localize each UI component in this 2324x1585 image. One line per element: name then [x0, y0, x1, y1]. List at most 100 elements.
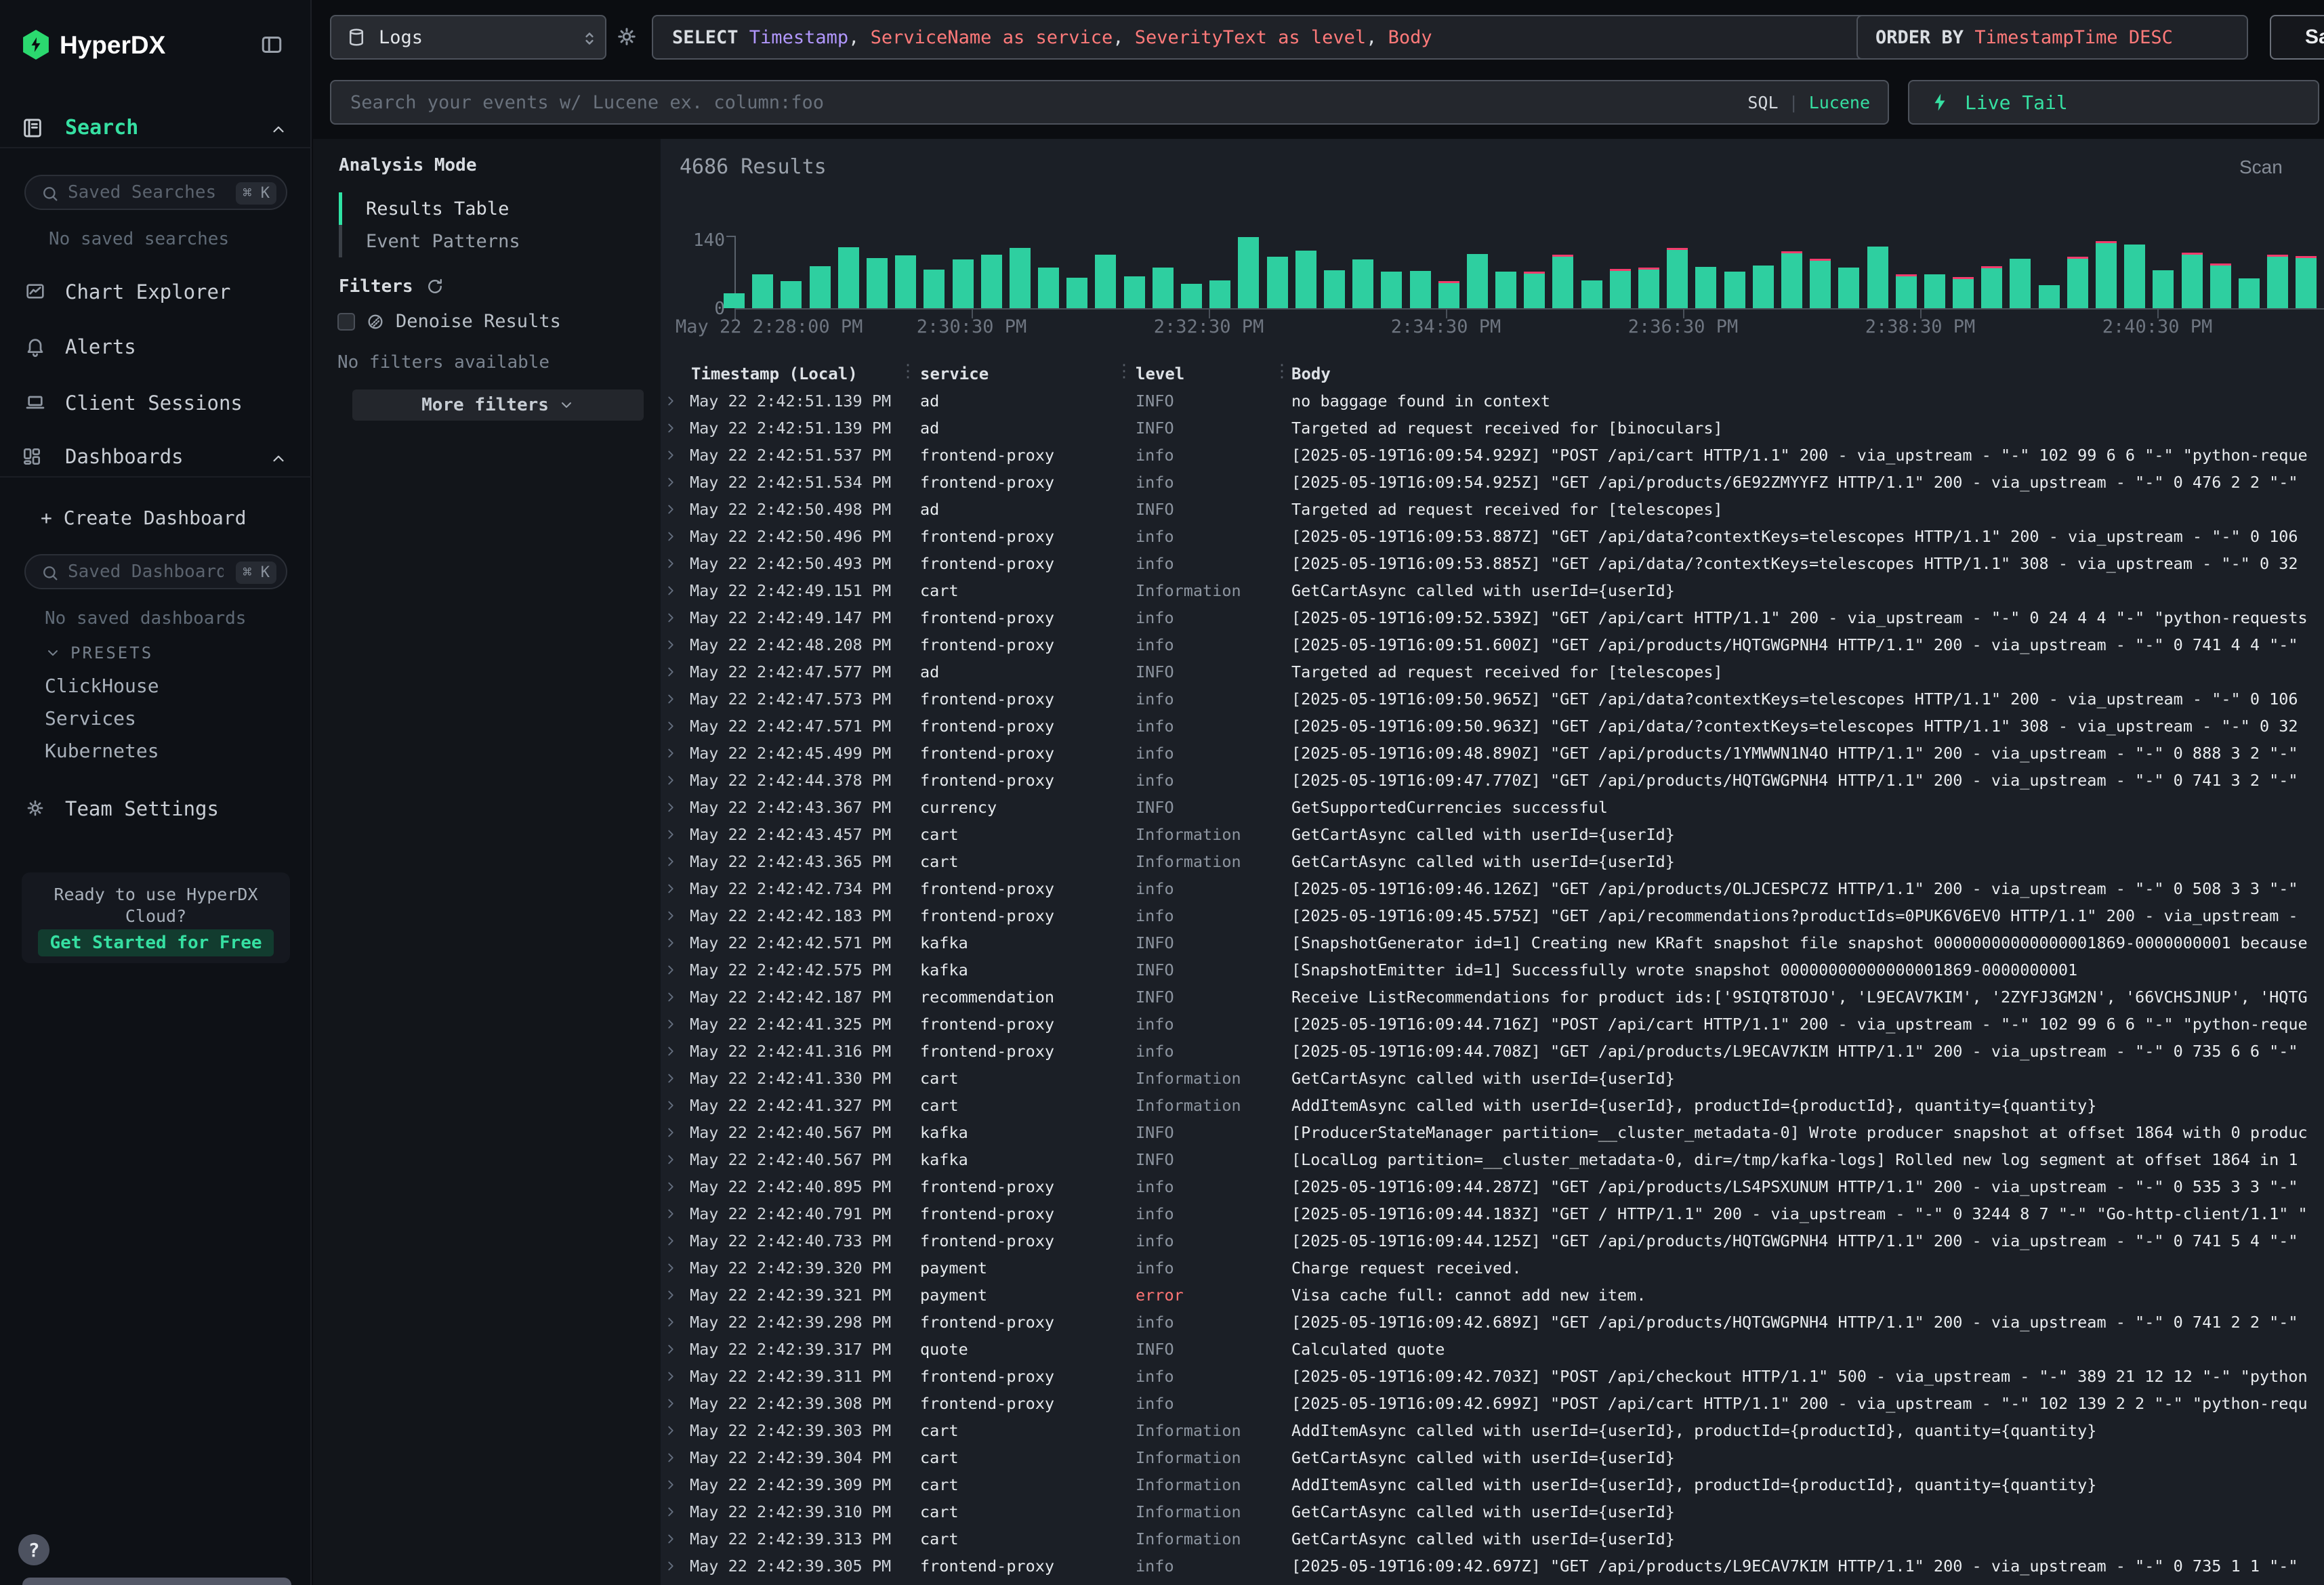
presets-toggle[interactable]: PRESETS — [45, 643, 153, 662]
table-row[interactable]: May 22 2:42:42.187 PM recommendation INF… — [661, 984, 2324, 1011]
expand-chevron-icon[interactable] — [663, 1044, 678, 1059]
table-row[interactable]: May 22 2:42:51.534 PM frontend-proxy inf… — [661, 469, 2324, 496]
table-row[interactable]: May 22 2:42:47.571 PM frontend-proxy inf… — [661, 713, 2324, 740]
sidebar-section-dashboards[interactable]: Dashboards — [0, 439, 312, 476]
expand-chevron-icon[interactable] — [663, 1450, 678, 1465]
query-settings-gear-icon[interactable] — [615, 24, 639, 49]
table-row[interactable]: May 22 2:42:39.313 PM cart Information G… — [661, 1525, 2324, 1552]
query-language-toggle[interactable]: SQL | Lucene — [1747, 93, 1870, 112]
table-row[interactable]: May 22 2:42:40.733 PM frontend-proxy inf… — [661, 1227, 2324, 1254]
column-header-timestamp[interactable]: Timestamp (Local) — [691, 364, 858, 383]
expand-chevron-icon[interactable] — [663, 1559, 678, 1573]
expand-chevron-icon[interactable] — [663, 475, 678, 490]
expand-chevron-icon[interactable] — [663, 421, 678, 436]
table-row[interactable]: May 22 2:42:51.537 PM frontend-proxy inf… — [661, 442, 2324, 469]
sidebar-item-team-settings[interactable]: Team Settings — [0, 780, 312, 834]
sidebar-item-client-sessions[interactable]: Client Sessions — [0, 375, 312, 429]
expand-chevron-icon[interactable] — [663, 1477, 678, 1492]
chevron-up-icon[interactable] — [270, 450, 287, 467]
expand-chevron-icon[interactable] — [663, 1342, 678, 1357]
expand-chevron-icon[interactable] — [663, 664, 678, 679]
expand-chevron-icon[interactable] — [663, 1315, 678, 1330]
expand-chevron-icon[interactable] — [663, 854, 678, 869]
table-row[interactable]: May 22 2:42:43.365 PM cart Information G… — [661, 848, 2324, 875]
mode-event-patterns[interactable]: Event Patterns — [366, 225, 520, 257]
expand-chevron-icon[interactable] — [663, 1098, 678, 1113]
expand-chevron-icon[interactable] — [663, 1125, 678, 1140]
expand-chevron-icon[interactable] — [663, 529, 678, 544]
expand-chevron-icon[interactable] — [663, 1206, 678, 1221]
table-row[interactable]: May 22 2:42:39.308 PM frontend-proxy inf… — [661, 1390, 2324, 1417]
preset-services[interactable]: Services — [45, 707, 136, 730]
table-row[interactable]: May 22 2:42:39.298 PM frontend-proxy inf… — [661, 1309, 2324, 1336]
expand-chevron-icon[interactable] — [663, 1396, 678, 1411]
table-row[interactable]: May 22 2:42:43.367 PM currency INFO GetS… — [661, 794, 2324, 821]
table-row[interactable]: May 22 2:42:39.305 PM frontend-proxy inf… — [661, 1580, 2324, 1585]
table-row[interactable]: May 22 2:42:47.577 PM ad INFO Targeted a… — [661, 658, 2324, 685]
search-input[interactable] — [350, 92, 1747, 113]
preset-kubernetes[interactable]: Kubernetes — [45, 740, 159, 762]
sidebar-item-alerts[interactable]: Alerts — [0, 318, 312, 373]
help-button[interactable]: ? — [18, 1534, 49, 1565]
table-row[interactable]: May 22 2:42:39.305 PM frontend-proxy inf… — [661, 1552, 2324, 1580]
table-row[interactable]: May 22 2:42:48.208 PM frontend-proxy inf… — [661, 631, 2324, 658]
save-button[interactable]: Sa — [2270, 15, 2324, 60]
expand-chevron-icon[interactable] — [663, 990, 678, 1005]
table-row[interactable]: May 22 2:42:39.304 PM cart Information G… — [661, 1444, 2324, 1471]
table-row[interactable]: May 22 2:42:39.320 PM payment info Charg… — [661, 1254, 2324, 1282]
lucene-search-bar[interactable]: SQL | Lucene — [330, 80, 1889, 125]
expand-chevron-icon[interactable] — [663, 1233, 678, 1248]
expand-chevron-icon[interactable] — [663, 908, 678, 923]
lang-lucene[interactable]: Lucene — [1809, 93, 1870, 112]
table-row[interactable]: May 22 2:42:39.303 PM cart Information A… — [661, 1417, 2324, 1444]
saved-dashboards-search[interactable]: ⌘ K — [24, 554, 287, 589]
expand-chevron-icon[interactable] — [663, 773, 678, 788]
expand-chevron-icon[interactable] — [663, 1179, 678, 1194]
column-drag-handle-icon[interactable]: ⋮ — [1273, 361, 1289, 381]
table-row[interactable]: May 22 2:42:42.183 PM frontend-proxy inf… — [661, 902, 2324, 929]
expand-chevron-icon[interactable] — [663, 719, 678, 734]
expand-chevron-icon[interactable] — [663, 1288, 678, 1303]
sidebar-item-chart-explorer[interactable]: Chart Explorer — [0, 263, 312, 318]
table-row[interactable]: May 22 2:42:40.895 PM frontend-proxy inf… — [661, 1173, 2324, 1200]
table-row[interactable]: May 22 2:42:39.311 PM frontend-proxy inf… — [661, 1363, 2324, 1390]
expand-chevron-icon[interactable] — [663, 502, 678, 517]
table-row[interactable]: May 22 2:42:43.457 PM cart Information G… — [661, 821, 2324, 848]
expand-chevron-icon[interactable] — [663, 935, 678, 950]
collapse-sidebar-icon[interactable] — [260, 33, 284, 57]
table-row[interactable]: May 22 2:42:40.567 PM kafka INFO [LocalL… — [661, 1146, 2324, 1173]
column-drag-handle-icon[interactable]: ⋮ — [1115, 361, 1132, 381]
live-tail-button[interactable]: Live Tail — [1908, 80, 2319, 125]
expand-chevron-icon[interactable] — [663, 827, 678, 842]
table-row[interactable]: May 22 2:42:39.309 PM cart Information A… — [661, 1471, 2324, 1498]
refresh-icon[interactable] — [426, 277, 444, 296]
table-row[interactable]: May 22 2:42:51.139 PM ad INFO Targeted a… — [661, 415, 2324, 442]
denoise-results-option[interactable]: Denoise Results — [337, 311, 561, 332]
expand-chevron-icon[interactable] — [663, 1071, 678, 1086]
events-histogram[interactable]: 140 0 May 22 2:28:00 PM2:30:30 PM2:32:30… — [661, 179, 2324, 295]
mode-results-table[interactable]: Results Table — [366, 192, 509, 225]
table-row[interactable]: May 22 2:42:41.325 PM frontend-proxy inf… — [661, 1011, 2324, 1038]
create-dashboard-button[interactable]: + Create Dashboard — [41, 507, 246, 529]
expand-chevron-icon[interactable] — [663, 637, 678, 652]
table-row[interactable]: May 22 2:42:42.734 PM frontend-proxy inf… — [661, 875, 2324, 902]
source-select[interactable]: Logs — [330, 15, 606, 60]
table-row[interactable]: May 22 2:42:42.575 PM kafka INFO [Snapsh… — [661, 956, 2324, 984]
table-row[interactable]: May 22 2:42:39.321 PM payment error Visa… — [661, 1282, 2324, 1309]
table-row[interactable]: May 22 2:42:39.310 PM cart Information G… — [661, 1498, 2324, 1525]
expand-chevron-icon[interactable] — [663, 692, 678, 706]
column-header-level[interactable]: level — [1136, 364, 1184, 383]
denoise-checkbox[interactable] — [337, 313, 355, 331]
table-row[interactable]: May 22 2:42:50.493 PM frontend-proxy inf… — [661, 550, 2324, 577]
expand-chevron-icon[interactable] — [663, 746, 678, 761]
table-row[interactable]: May 22 2:42:40.567 PM kafka INFO [Produc… — [661, 1119, 2324, 1146]
preset-clickhouse[interactable]: ClickHouse — [45, 675, 159, 697]
column-header-body[interactable]: Body — [1291, 364, 1331, 383]
table-row[interactable]: May 22 2:42:41.330 PM cart Information G… — [661, 1065, 2324, 1092]
sidebar-section-search[interactable]: Search — [0, 110, 312, 147]
expand-chevron-icon[interactable] — [663, 963, 678, 977]
table-row[interactable]: May 22 2:42:47.573 PM frontend-proxy inf… — [661, 685, 2324, 713]
table-row[interactable]: May 22 2:42:49.147 PM frontend-proxy inf… — [661, 604, 2324, 631]
saved-searches-input[interactable] — [68, 179, 224, 206]
order-by-input[interactable]: ORDER BY TimestampTime DESC — [1856, 15, 2248, 60]
